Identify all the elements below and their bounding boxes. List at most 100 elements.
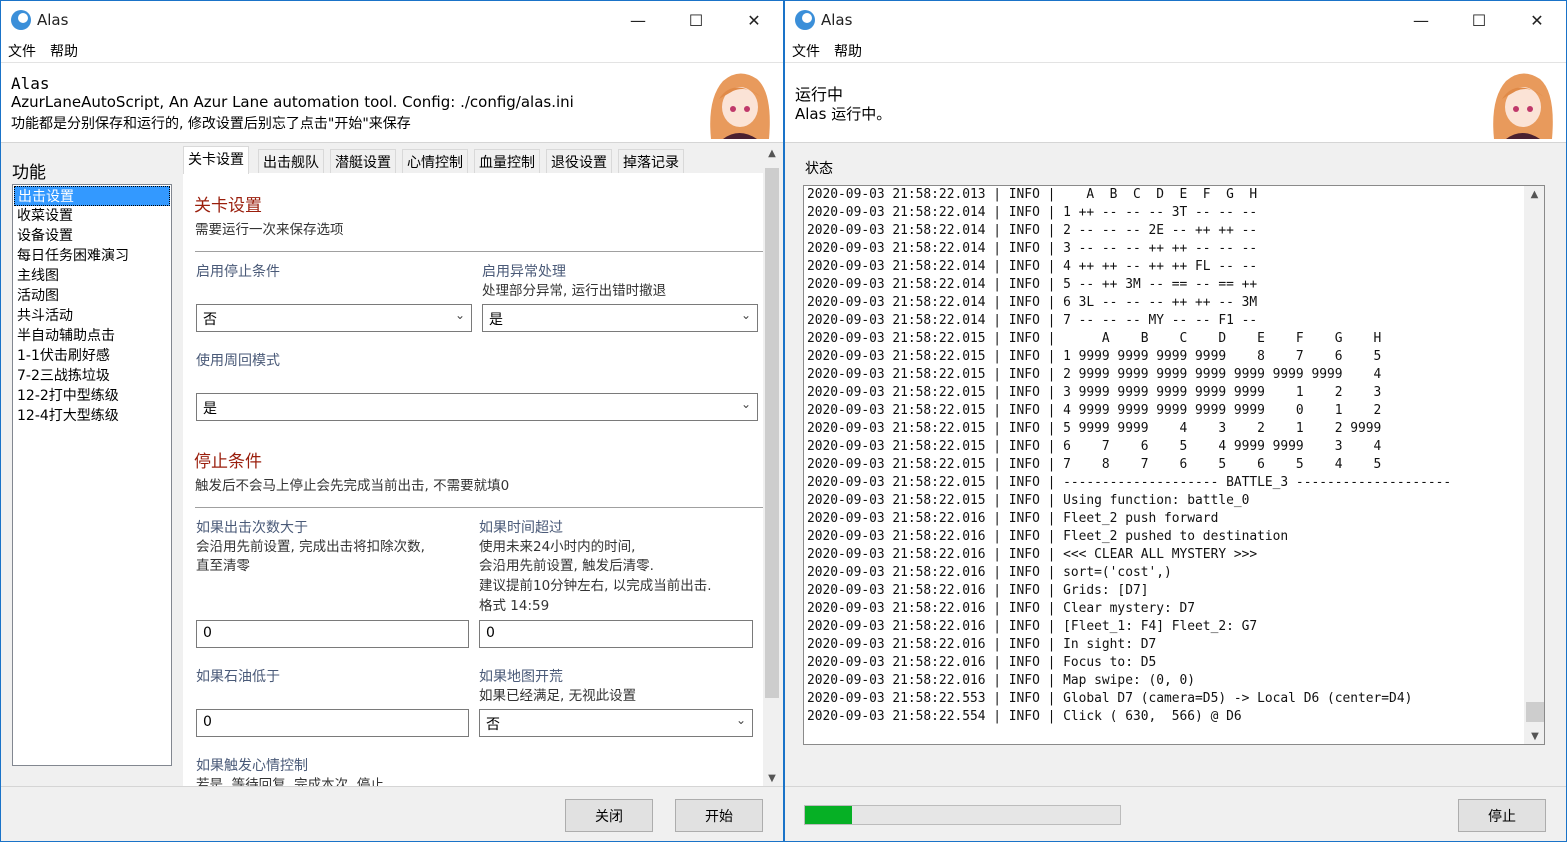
- sortie-count-desc: 会沿用先前设置, 完成出击将扣除次数,: [196, 539, 425, 555]
- alas-logo-icon: [795, 10, 815, 30]
- sidebar-item[interactable]: 半自动辅助点击: [14, 326, 170, 346]
- section-title: 关卡设置: [194, 196, 262, 216]
- tab-retire[interactable]: 退役设置: [546, 149, 612, 173]
- menu-file[interactable]: 文件: [1, 41, 43, 61]
- log-scrollbar[interactable]: ▲ ▼: [1524, 186, 1544, 744]
- divider: [195, 507, 763, 508]
- loop-mode-select[interactable]: 是 ⌄: [196, 393, 758, 421]
- log-line: 2020-09-03 21:58:22.016 | INFO | <<< CLE…: [807, 547, 1258, 562]
- log-line: 2020-09-03 21:58:22.015 | INFO | A B C D…: [807, 331, 1382, 346]
- maximize-icon[interactable]: ☐: [667, 1, 725, 39]
- tab-submarine[interactable]: 潜艇设置: [330, 149, 396, 173]
- divider: [785, 786, 1566, 787]
- log-line: 2020-09-03 21:58:22.013 | INFO | A B C D…: [807, 187, 1258, 202]
- mood-desc: 若是, 等待回复, 完成本次, 停止: [196, 777, 384, 786]
- enable-exception-label: 启用异常处理: [482, 264, 566, 280]
- sidebar-item[interactable]: 12-4打大型练级: [14, 406, 170, 426]
- log-line: 2020-09-03 21:58:22.016 | INFO | Grids: …: [807, 583, 1149, 598]
- select-value: 否: [203, 312, 217, 328]
- menu-help[interactable]: 帮助: [43, 41, 85, 61]
- map-desc: 如果已经满足, 无视此设置: [479, 688, 637, 704]
- progress-bar: [804, 805, 1121, 825]
- oil-input[interactable]: 0: [196, 709, 469, 737]
- sortie-count-input[interactable]: 0: [196, 620, 469, 648]
- tab-fleet[interactable]: 出击舰队: [258, 149, 324, 173]
- map-select[interactable]: 否 ⌄: [479, 709, 753, 737]
- sidebar-item[interactable]: 主线图: [14, 266, 170, 286]
- status-label: 状态: [805, 161, 833, 177]
- scroll-down-icon[interactable]: ▼: [1525, 731, 1544, 742]
- chevron-down-icon: ⌄: [454, 308, 465, 322]
- log-line: 2020-09-03 21:58:22.015 | INFO | 7 8 7 6…: [807, 457, 1382, 472]
- log-output[interactable]: 2020-09-03 21:58:22.013 | INFO | A B C D…: [803, 185, 1545, 745]
- menu-bar: 文件 帮助: [785, 39, 1566, 63]
- sortie-count-label: 如果出击次数大于: [196, 520, 308, 536]
- scroll-up-icon[interactable]: ▲: [1525, 186, 1544, 200]
- close-icon[interactable]: ✕: [725, 1, 783, 39]
- enable-exception-desc: 处理部分异常, 运行出错时撤退: [482, 283, 667, 299]
- scroll-thumb[interactable]: [1526, 702, 1544, 722]
- menu-file[interactable]: 文件: [785, 41, 827, 61]
- time-desc: 使用未来24小时内的时间,: [479, 539, 636, 555]
- scroll-down-icon[interactable]: ▼: [763, 773, 781, 784]
- log-line: 2020-09-03 21:58:22.015 | INFO | 3 9999 …: [807, 385, 1382, 400]
- log-line: 2020-09-03 21:58:22.016 | INFO | In sigh…: [807, 637, 1157, 652]
- map-label: 如果地图开荒: [479, 669, 563, 685]
- log-line: 2020-09-03 21:58:22.015 | INFO | 4 9999 …: [807, 403, 1382, 418]
- tab-mood[interactable]: 心情控制: [402, 149, 468, 173]
- log-line: 2020-09-03 21:58:22.015 | INFO | 6 7 6 5…: [807, 439, 1382, 454]
- settings-panel: 关卡设置 需要运行一次来保存选项 启用停止条件 启用异常处理 处理部分异常, 运…: [183, 173, 763, 786]
- log-line: 2020-09-03 21:58:22.016 | INFO | [Fleet_…: [807, 619, 1258, 634]
- tab-stage[interactable]: 关卡设置: [183, 146, 249, 174]
- log-line: 2020-09-03 21:58:22.016 | INFO | Fleet_2…: [807, 511, 1219, 526]
- enable-stop-select[interactable]: 否 ⌄: [196, 304, 472, 332]
- log-line: 2020-09-03 21:58:22.016 | INFO | sort=('…: [807, 565, 1172, 580]
- header-subtitle: Alas 运行中。: [795, 105, 892, 123]
- avatar: [1486, 69, 1558, 139]
- sidebar-item[interactable]: 设备设置: [14, 226, 170, 246]
- log-line: 2020-09-03 21:58:22.015 | INFO | 5 9999 …: [807, 421, 1382, 436]
- time-input[interactable]: 0: [479, 620, 753, 648]
- close-icon[interactable]: ✕: [1508, 1, 1566, 39]
- log-line: 2020-09-03 21:58:22.016 | INFO | Clear m…: [807, 601, 1196, 616]
- scroll-up-icon[interactable]: ▲: [763, 148, 781, 159]
- sidebar-item[interactable]: 收菜设置: [14, 206, 170, 226]
- start-button[interactable]: 开始: [675, 799, 763, 832]
- scroll-thumb[interactable]: [765, 168, 779, 698]
- enable-stop-label: 启用停止条件: [196, 264, 280, 280]
- maximize-icon[interactable]: ☐: [1450, 1, 1508, 39]
- sidebar-item[interactable]: 12-2打中型练级: [14, 386, 170, 406]
- progress-fill: [805, 806, 853, 824]
- menu-help[interactable]: 帮助: [827, 41, 869, 61]
- sidebar-item[interactable]: 7-2三战拣垃圾: [14, 366, 170, 386]
- header-title: 运行中: [795, 85, 844, 104]
- sidebar-item[interactable]: 每日任务困难演习: [14, 246, 170, 266]
- enable-exception-select[interactable]: 是 ⌄: [482, 304, 758, 332]
- sidebar-item[interactable]: 共斗活动: [14, 306, 170, 326]
- section-desc: 触发后不会马上停止会先完成当前出击, 不需要就填0: [195, 478, 510, 494]
- minimize-icon[interactable]: —: [609, 1, 667, 39]
- sidebar-item[interactable]: 活动图: [14, 286, 170, 306]
- title-bar: Alas — ☐ ✕: [1, 1, 783, 39]
- log-line: 2020-09-03 21:58:22.015 | INFO | Using f…: [807, 493, 1250, 508]
- settings-scrollbar[interactable]: ▲ ▼: [763, 148, 781, 786]
- window-title: Alas: [821, 11, 853, 29]
- log-line: 2020-09-03 21:58:22.014 | INFO | 7 -- --…: [807, 313, 1258, 328]
- divider: [195, 251, 763, 252]
- tab-hp[interactable]: 血量控制: [474, 149, 540, 173]
- minimize-icon[interactable]: —: [1392, 1, 1450, 39]
- section-title: 停止条件: [194, 452, 262, 472]
- stop-button[interactable]: 停止: [1458, 799, 1546, 832]
- header-line1: AzurLaneAutoScript, An Azur Lane automat…: [11, 93, 574, 111]
- tab-drop[interactable]: 掉落记录: [618, 149, 684, 173]
- chevron-down-icon: ⌄: [740, 397, 751, 411]
- log-line: 2020-09-03 21:58:22.014 | INFO | 3 -- --…: [807, 241, 1258, 256]
- sidebar-item[interactable]: 出击设置: [14, 186, 170, 206]
- close-button[interactable]: 关闭: [565, 799, 653, 832]
- sidebar-item[interactable]: 1-1伏击刷好感: [14, 346, 170, 366]
- log-line: 2020-09-03 21:58:22.014 | INFO | 6 3L --…: [807, 295, 1258, 310]
- loop-mode-label: 使用周回模式: [196, 353, 280, 369]
- log-line: 2020-09-03 21:58:22.016 | INFO | Fleet_2…: [807, 529, 1289, 544]
- title-bar: Alas — ☐ ✕: [785, 1, 1566, 39]
- function-list[interactable]: 出击设置 收菜设置 设备设置 每日任务困难演习 主线图 活动图 共斗活动 半自动…: [12, 184, 172, 766]
